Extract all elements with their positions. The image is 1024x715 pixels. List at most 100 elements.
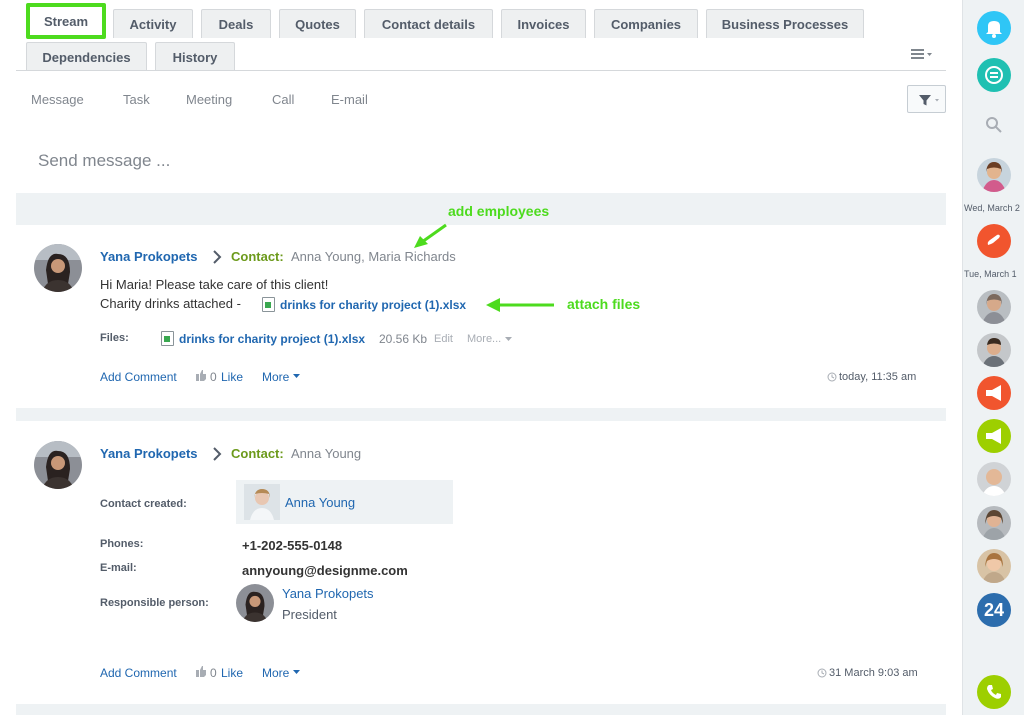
contact-names[interactable]: Anna Young bbox=[291, 446, 361, 461]
clock-icon bbox=[817, 668, 827, 678]
filter-icon bbox=[919, 95, 939, 106]
clock-icon bbox=[827, 372, 837, 382]
contact-card-name[interactable]: Anna Young bbox=[285, 495, 355, 510]
composer-tab-meeting[interactable]: Meeting bbox=[186, 92, 232, 107]
email-value[interactable]: annyoung@designme.com bbox=[242, 563, 408, 578]
post-message-line: Charity drinks attached - bbox=[100, 296, 241, 311]
like-count: 0 bbox=[210, 666, 217, 680]
stream-separator bbox=[16, 408, 946, 421]
recent-chat-avatar[interactable] bbox=[977, 290, 1011, 324]
tab-stream[interactable]: Stream bbox=[26, 3, 106, 39]
crm-contact-page: Stream Activity Deals Quotes Contact det… bbox=[0, 0, 1024, 715]
phone-icon bbox=[987, 234, 1000, 245]
post-author-link[interactable]: Yana Prokopets bbox=[100, 249, 198, 264]
add-comment-link[interactable]: Add Comment bbox=[100, 666, 177, 680]
inline-file-link[interactable]: drinks for charity project (1).xlsx bbox=[280, 298, 466, 312]
responsible-title: President bbox=[282, 607, 337, 622]
tab-label: History bbox=[172, 49, 218, 65]
file-more-menu[interactable]: More... bbox=[467, 333, 501, 345]
missed-call-button[interactable] bbox=[977, 224, 1011, 258]
tab-label: Contact details bbox=[381, 16, 476, 32]
announcement-button[interactable] bbox=[977, 376, 1011, 410]
tab-history[interactable]: History bbox=[155, 42, 235, 71]
phone-icon bbox=[987, 685, 1001, 699]
composer-tab-message[interactable]: Message bbox=[31, 92, 84, 107]
like-link[interactable]: Like bbox=[221, 370, 243, 384]
composer-tab-email[interactable]: E-mail bbox=[331, 92, 368, 107]
annotation-attach-files: attach files bbox=[567, 296, 641, 312]
composer-tab-call[interactable]: Call bbox=[272, 92, 294, 107]
contact-created-label: Contact created: bbox=[100, 498, 187, 510]
file-size: 20.56 Kb bbox=[379, 332, 428, 346]
contact-label: Contact: bbox=[231, 446, 284, 461]
megaphone-icon bbox=[986, 428, 1001, 444]
attached-file-link[interactable]: drinks for charity project (1).xlsx bbox=[179, 332, 365, 346]
tab-label: Deals bbox=[218, 16, 254, 32]
caret-down-icon bbox=[293, 670, 300, 674]
composer-tab-task[interactable]: Task bbox=[123, 92, 150, 107]
main-panel: Stream Activity Deals Quotes Contact det… bbox=[0, 0, 962, 715]
post-author-link[interactable]: Yana Prokopets bbox=[100, 446, 198, 461]
caret-down-icon bbox=[505, 337, 512, 341]
tab-business-processes[interactable]: Business Processes bbox=[706, 9, 864, 38]
tab-quotes[interactable]: Quotes bbox=[279, 9, 356, 38]
recent-chat-avatar[interactable] bbox=[977, 462, 1011, 496]
stream-separator bbox=[16, 704, 946, 715]
filter-button[interactable] bbox=[907, 85, 946, 113]
file-edit-link[interactable]: Edit bbox=[434, 333, 453, 345]
author-avatar[interactable] bbox=[34, 244, 82, 292]
annotation-arrow-icon bbox=[414, 223, 447, 248]
announcement-button[interactable] bbox=[977, 419, 1011, 453]
chat-icon bbox=[985, 66, 1003, 84]
post-message-line: Hi Maria! Please take care of this clien… bbox=[100, 277, 329, 292]
tab-label: Quotes bbox=[295, 16, 340, 32]
search-icon[interactable] bbox=[985, 116, 1003, 134]
bitrix24-button[interactable]: 24 bbox=[977, 593, 1011, 627]
annotation-add-employees: add employees bbox=[448, 203, 550, 219]
excel-file-icon bbox=[262, 297, 275, 312]
thumbs-up-icon bbox=[196, 370, 206, 381]
call-button[interactable] bbox=[977, 675, 1011, 709]
tab-dependencies[interactable]: Dependencies bbox=[26, 42, 147, 71]
megaphone-icon bbox=[986, 385, 1001, 401]
tab-divider bbox=[16, 70, 946, 71]
rail-date: Tue, March 1 bbox=[964, 269, 1017, 279]
open-channels-button[interactable] bbox=[977, 58, 1011, 92]
recent-chat-avatar[interactable] bbox=[977, 549, 1011, 583]
email-label: E-mail: bbox=[100, 562, 137, 574]
add-comment-link[interactable]: Add Comment bbox=[100, 370, 177, 384]
responsible-name-link[interactable]: Yana Prokopets bbox=[282, 586, 374, 601]
menu-list-icon[interactable] bbox=[910, 46, 934, 62]
tab-label: Activity bbox=[129, 16, 177, 32]
tab-label: Stream bbox=[43, 13, 89, 29]
more-menu[interactable]: More bbox=[262, 370, 289, 384]
recent-chat-avatar[interactable] bbox=[977, 506, 1011, 540]
post-timestamp: today, 11:35 am bbox=[839, 371, 917, 383]
files-label: Files: bbox=[100, 332, 129, 344]
responsible-avatar[interactable] bbox=[236, 584, 274, 622]
phones-label: Phones: bbox=[100, 538, 144, 550]
tab-contact-details[interactable]: Contact details bbox=[364, 9, 493, 38]
more-menu[interactable]: More bbox=[262, 666, 289, 680]
recent-chat-avatar[interactable] bbox=[977, 158, 1011, 192]
phone-value[interactable]: +1-202-555-0148 bbox=[242, 538, 342, 553]
excel-file-icon bbox=[161, 331, 174, 346]
recent-chat-avatar[interactable] bbox=[977, 333, 1011, 367]
notifications-button[interactable] bbox=[977, 11, 1011, 45]
tab-companies[interactable]: Companies bbox=[594, 9, 698, 38]
tab-label: Dependencies bbox=[42, 49, 131, 65]
contact-card[interactable]: Anna Young bbox=[236, 480, 453, 524]
post-timestamp: 31 March 9:03 am bbox=[829, 667, 918, 679]
bitrix24-logo: 24 bbox=[983, 599, 1005, 620]
contact-label: Contact: bbox=[231, 249, 284, 264]
tab-activity[interactable]: Activity bbox=[113, 9, 193, 38]
thumbs-up-icon bbox=[196, 666, 206, 677]
like-link[interactable]: Like bbox=[221, 666, 243, 680]
chevron-right-icon bbox=[213, 447, 222, 461]
tab-deals[interactable]: Deals bbox=[201, 9, 271, 38]
author-avatar[interactable] bbox=[34, 441, 82, 489]
contact-names[interactable]: Anna Young, Maria Richards bbox=[291, 249, 456, 264]
tab-invoices[interactable]: Invoices bbox=[501, 9, 586, 38]
send-message-input[interactable]: Send message ... bbox=[38, 151, 170, 171]
chevron-right-icon bbox=[213, 250, 222, 264]
